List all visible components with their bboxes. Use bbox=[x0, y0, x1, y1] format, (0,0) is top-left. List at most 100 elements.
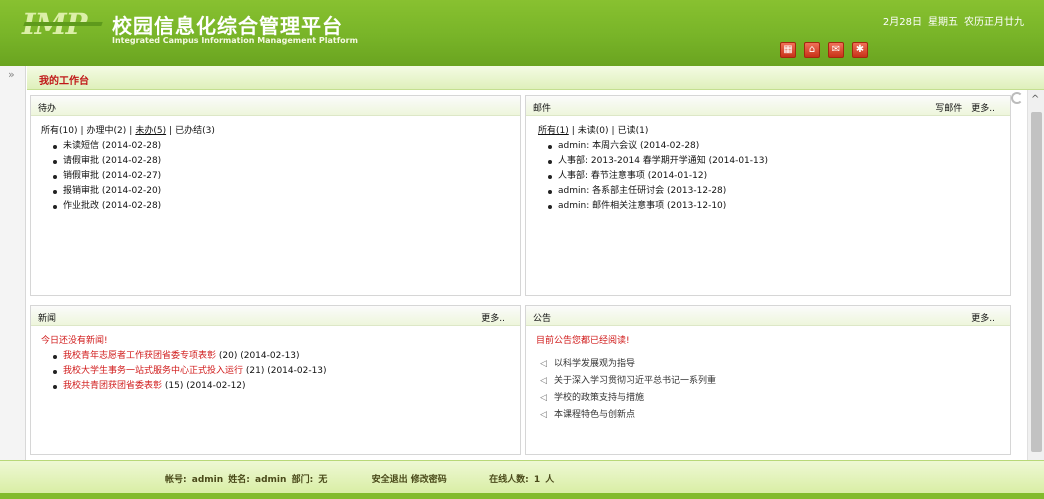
workbench-title: 我的工作台 bbox=[39, 76, 89, 87]
scroll-up-icon[interactable]: ^ bbox=[1031, 94, 1039, 105]
list-item[interactable]: admin: 邮件相关注意事项 (2013-12-10) bbox=[548, 199, 1010, 214]
news-panel-title: 新闻 bbox=[38, 314, 57, 324]
lunar-date-text: 农历正月廿九 bbox=[964, 17, 1024, 28]
todo-filter-processing[interactable]: 办理中(2) bbox=[87, 126, 127, 136]
weekday-text: 星期五 bbox=[928, 17, 958, 28]
todo-panel: 待办 所有(10) | 办理中(2) | 未办(5) | 已办结(3) 未读短信 (2014… bbox=[30, 95, 521, 296]
news-notice: 今日还没有新闻! bbox=[41, 336, 108, 346]
mail-panel-title: 邮件 bbox=[533, 104, 552, 114]
mail-more-link[interactable]: 更多.. bbox=[971, 101, 995, 114]
mail-panel-links: 写邮件 更多.. bbox=[935, 101, 995, 114]
todo-panel-header: 待办 bbox=[31, 96, 520, 116]
list-item[interactable]: admin: 各系部主任研讨会 (2013-12-28) bbox=[548, 184, 1010, 199]
home-icon[interactable]: ⌂ bbox=[804, 42, 820, 58]
mail-list: admin: 本周六会议 (2014-02-28) 人事部: 2013-2014… bbox=[548, 139, 1010, 214]
list-item[interactable]: admin: 本周六会议 (2014-02-28) bbox=[548, 139, 1010, 154]
scrollbar-thumb[interactable] bbox=[1031, 112, 1042, 452]
mail-item-link[interactable]: admin: 本周六会议 (2014-02-28) bbox=[558, 141, 699, 151]
todo-filter-pending[interactable]: 未办(5) bbox=[135, 126, 166, 136]
news-panel-header: 新闻 更多.. bbox=[31, 306, 520, 326]
online-count: 1 bbox=[533, 475, 541, 485]
todo-item-link[interactable]: 报销审批 (2014-02-20) bbox=[63, 186, 161, 196]
list-item[interactable]: ◁ 学校的政策支持与措施 bbox=[540, 390, 1010, 407]
announcement-list: ◁ 以科学发展观为指导 ◁ 关于深入学习贯彻习近平总书记一系列重 ◁ 学校的政策支持与… bbox=[540, 356, 1010, 424]
todo-item-link[interactable]: 作业批改 (2014-02-28) bbox=[63, 201, 161, 211]
refresh-icon[interactable] bbox=[1011, 92, 1023, 104]
mail-icon[interactable]: ✉ bbox=[828, 42, 844, 58]
news-item-link[interactable]: 我校青年志愿者工作获团省委专项表彰 bbox=[63, 351, 216, 361]
dept-label: 部门: bbox=[291, 475, 314, 485]
name-label: 姓名: bbox=[228, 475, 250, 485]
speaker-icon: ◁ bbox=[540, 410, 547, 420]
online-unit: 人 bbox=[545, 475, 555, 485]
todo-filter-done[interactable]: 已办结(3) bbox=[175, 126, 215, 136]
announcement-panel: 公告 更多.. 目前公告您都已经阅读! ◁ 以科学发展观为指导 ◁ 关于深入学习贯彻… bbox=[525, 305, 1011, 455]
settings-icon[interactable]: ✱ bbox=[852, 42, 868, 58]
list-item[interactable]: 人事部: 2013-2014 春学期开学通知 (2014-01-13) bbox=[548, 154, 1010, 169]
announcement-item-link[interactable]: 本课程特色与创新点 bbox=[554, 410, 635, 420]
logo-swoosh bbox=[23, 22, 103, 26]
mail-item-link[interactable]: admin: 邮件相关注意事项 (2013-12-10) bbox=[558, 201, 726, 211]
list-item[interactable]: 销假审批 (2014-02-27) bbox=[53, 169, 520, 184]
announcement-item-link[interactable]: 学校的政策支持与措施 bbox=[554, 393, 644, 403]
speaker-icon: ◁ bbox=[540, 393, 547, 403]
announcement-more-link[interactable]: 更多.. bbox=[971, 311, 995, 324]
list-item[interactable]: ◁ 以科学发展观为指导 bbox=[540, 356, 1010, 373]
change-password-link[interactable]: 修改密码 bbox=[411, 475, 447, 485]
header-toolbar: ▦ ⌂ ✉ ✱ bbox=[780, 42, 868, 58]
mail-filter-read[interactable]: 已读(1) bbox=[618, 126, 649, 136]
news-item-link[interactable]: 我校共青团获团省委表彰 bbox=[63, 381, 162, 391]
list-item[interactable]: 请假审批 (2014-02-28) bbox=[53, 154, 520, 169]
announcement-panel-links: 更多.. bbox=[971, 311, 995, 324]
list-item[interactable]: 未读短信 (2014-02-28) bbox=[53, 139, 520, 154]
announcement-item-link[interactable]: 以科学发展观为指导 bbox=[554, 359, 635, 369]
announcement-item-link[interactable]: 关于深入学习贯彻习近平总书记一系列重 bbox=[554, 376, 716, 386]
compose-mail-link[interactable]: 写邮件 bbox=[935, 101, 962, 114]
mail-filter-all[interactable]: 所有(1) bbox=[538, 126, 569, 136]
list-item[interactable]: 作业批改 (2014-02-28) bbox=[53, 199, 520, 214]
list-item[interactable]: 我校青年志愿者工作获团省委专项表彰 (20) (2014-02-13) bbox=[53, 349, 520, 364]
mail-panel: 邮件 写邮件 更多.. 所有(1) | 未读(0) | 已读(1) admin: 本周六… bbox=[525, 95, 1011, 296]
todo-list: 未读短信 (2014-02-28) 请假审批 (2014-02-28) 销假审批… bbox=[53, 139, 520, 214]
vertical-scrollbar[interactable]: ^ bbox=[1027, 90, 1044, 460]
todo-filter-all[interactable]: 所有(10) bbox=[41, 126, 77, 136]
list-item[interactable]: ◁ 本课程特色与创新点 bbox=[540, 407, 1010, 424]
news-item-link[interactable]: 我校大学生事务一站式服务中心正式投入运行 bbox=[63, 366, 243, 376]
news-item-meta: (15) (2014-02-12) bbox=[162, 381, 246, 391]
workbench-bar: 我的工作台 bbox=[27, 66, 1044, 90]
app-title: 校园信息化综合管理平台 bbox=[112, 14, 343, 38]
list-item[interactable]: 我校共青团获团省委表彰 (15) (2014-02-12) bbox=[53, 379, 520, 394]
news-panel-links: 更多.. bbox=[481, 311, 505, 324]
list-item[interactable]: 报销审批 (2014-02-20) bbox=[53, 184, 520, 199]
mail-item-link[interactable]: 人事部: 2013-2014 春学期开学通知 (2014-01-13) bbox=[558, 156, 768, 166]
expand-sidebar-icon[interactable]: » bbox=[8, 68, 15, 81]
date-display: 2月28日 星期五 农历正月廿九 bbox=[883, 13, 1024, 28]
news-more-link[interactable]: 更多.. bbox=[481, 311, 505, 324]
mail-filter-unread[interactable]: 未读(0) bbox=[578, 126, 609, 136]
logout-link[interactable]: 安全退出 bbox=[372, 475, 408, 485]
footer-strip bbox=[0, 493, 1044, 499]
todo-item-link[interactable]: 未读短信 (2014-02-28) bbox=[63, 141, 161, 151]
list-item[interactable]: ◁ 关于深入学习贯彻习近平总书记一系列重 bbox=[540, 373, 1010, 390]
speaker-icon: ◁ bbox=[540, 376, 547, 386]
todo-filters: 所有(10) | 办理中(2) | 未办(5) | 已办结(3) bbox=[41, 126, 215, 136]
list-item[interactable]: 人事部: 春节注意事项 (2014-01-12) bbox=[548, 169, 1010, 184]
news-item-meta: (21) (2014-02-13) bbox=[243, 366, 327, 376]
list-item[interactable]: 我校大学生事务一站式服务中心正式投入运行 (21) (2014-02-13) bbox=[53, 364, 520, 379]
announcement-panel-header: 公告 更多.. bbox=[526, 306, 1010, 326]
footer-bar: 帐号: admin 姓名: admin 部门: 无 安全退出 修改密码 在线人数… bbox=[0, 460, 1044, 499]
footer-info: 帐号: admin 姓名: admin 部门: 无 安全退出 修改密码 在线人数… bbox=[165, 472, 556, 485]
mail-item-link[interactable]: admin: 各系部主任研讨会 (2013-12-28) bbox=[558, 186, 726, 196]
todo-item-link[interactable]: 请假审批 (2014-02-28) bbox=[63, 156, 161, 166]
announcement-panel-title: 公告 bbox=[533, 314, 552, 324]
online-label: 在线人数: bbox=[489, 475, 529, 485]
name-value: admin bbox=[255, 475, 287, 485]
mail-item-link[interactable]: 人事部: 春节注意事项 (2014-01-12) bbox=[558, 171, 707, 181]
account-label: 帐号: bbox=[165, 475, 187, 485]
header-bar: IMP 校园信息化综合管理平台 Integrated Campus Inform… bbox=[0, 0, 1044, 66]
dept-value: 无 bbox=[318, 475, 328, 485]
app-subtitle: Integrated Campus Information Management… bbox=[112, 36, 358, 45]
todo-item-link[interactable]: 销假审批 (2014-02-27) bbox=[63, 171, 161, 181]
grid-icon[interactable]: ▦ bbox=[780, 42, 796, 58]
workbench-content: 待办 所有(10) | 办理中(2) | 未办(5) | 已办结(3) 未读短信 (2014… bbox=[27, 90, 1027, 460]
